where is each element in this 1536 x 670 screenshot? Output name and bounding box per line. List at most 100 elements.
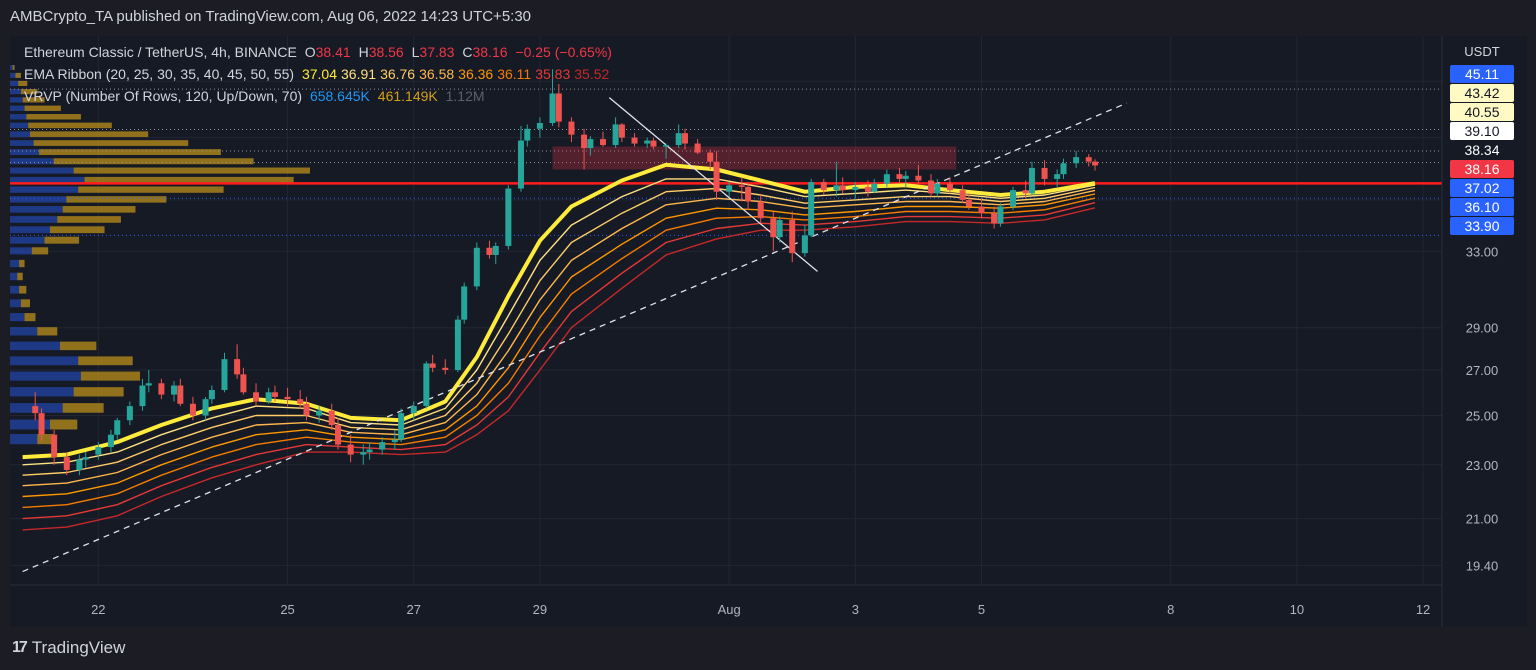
volume-profile-down-bar [44, 236, 80, 244]
volume-profile-up-bar [10, 89, 21, 95]
candle-down [618, 124, 625, 138]
candle-up [366, 449, 373, 453]
volume-profile-down-bar [50, 419, 78, 430]
volume-profile-up-bar [10, 114, 27, 120]
candle-down [978, 206, 985, 214]
volume-profile-up-bar [10, 97, 23, 103]
volume-profile-down-bar [78, 186, 224, 193]
volume-profile-down-bar [26, 114, 81, 120]
candle-up [776, 219, 783, 238]
candle-down [959, 190, 966, 200]
ema-line [22, 207, 1096, 531]
volume-profile-down-bar [73, 387, 124, 397]
time-tick-label: 29 [533, 602, 547, 617]
candle-up [423, 363, 430, 407]
ema-value: 35.52 [574, 66, 610, 82]
volume-profile-down-bar [12, 64, 15, 70]
volume-profile-down-bar [73, 167, 310, 174]
candle-down [631, 137, 638, 144]
candle-down [915, 175, 922, 181]
candle-up [82, 457, 89, 460]
low-value: 37.83 [419, 44, 455, 60]
ema-value: 36.91 [341, 66, 377, 82]
volume-profile-up-bar [10, 131, 30, 137]
volume-profile-down-bar [37, 327, 58, 336]
candle-down [189, 403, 196, 416]
candle-up [95, 447, 102, 455]
candle-down [271, 392, 278, 397]
open-value: 38.41 [315, 44, 351, 60]
volume-profile-down-bar [62, 206, 136, 213]
candle-down [738, 185, 745, 187]
ema-value: 36.36 [458, 66, 494, 82]
volume-profile-down-bar [19, 259, 25, 268]
close-label: C [462, 44, 473, 60]
volume-profile-down-bar [24, 105, 61, 111]
volume-profile-down-bar [28, 122, 112, 129]
volume-profile-down-bar [15, 72, 21, 78]
candle-down [896, 174, 903, 179]
volume-profile-up-bar [10, 327, 38, 336]
price-tick-label: 19.40 [1466, 558, 1499, 573]
candle-up [379, 442, 386, 450]
candle-down [297, 399, 304, 404]
volume-profile-up-bar [10, 105, 25, 111]
volume-profile-up-bar [10, 272, 18, 281]
candle-up [663, 145, 670, 147]
price-badge-label: 40.55 [1464, 104, 1499, 120]
volume-profile-up-bar [10, 434, 38, 445]
candle-up [524, 128, 531, 141]
candle-down [63, 457, 70, 470]
candle-up [902, 175, 909, 179]
candle-down [555, 93, 562, 122]
candle-down [770, 218, 777, 238]
price-chart[interactable]: USDT 33.00 29.00 27.00 25.00 23.00 21.00 19.40 4… [10, 36, 1527, 627]
legend-symbol-row[interactable]: Ethereum Classic / TetherUS, 4h, BINANCE… [24, 44, 616, 60]
legend-vrvp-row[interactable]: VRVP (Number Of Rows, 120, Up/Down, 70) … [24, 88, 489, 104]
time-tick-label: 27 [407, 602, 421, 617]
candle-up [391, 439, 398, 443]
candle-down [347, 444, 354, 455]
volume-profile-up-bar [10, 196, 67, 203]
time-axis: 22 25 27 29 Aug 3 5 8 10 12 [10, 584, 1442, 617]
volume-profile-up-bar [10, 64, 13, 70]
price-tick-label: 25.00 [1466, 408, 1499, 423]
candle-down [991, 213, 998, 224]
volume-profile-up-bar [10, 186, 79, 193]
vrvp-label: VRVP (Number Of Rows, 120, Up/Down, 70) [24, 88, 303, 104]
volume-profile-down-bar [66, 196, 167, 203]
vrvp-up-value: 658.645K [309, 88, 370, 104]
ema-value: 36.11 [497, 66, 532, 82]
legend-ema-row[interactable]: EMA Ribbon (20, 25, 30, 35, 40, 45, 50, … [24, 66, 617, 82]
candle-up [808, 182, 815, 236]
volume-profile-down-bar [80, 371, 140, 381]
volume-profile-up-bar [10, 216, 58, 223]
candle-up [454, 319, 461, 370]
candle-down [240, 374, 247, 393]
candle-up [549, 93, 556, 124]
change-value: −0.25 (−0.65%) [515, 44, 612, 60]
ema-line [22, 197, 1096, 509]
high-value: 38.56 [368, 44, 404, 60]
candle-up [398, 413, 405, 440]
candle-down [1022, 190, 1029, 194]
ema-line [22, 189, 1096, 487]
price-tick-label: 27.00 [1466, 363, 1499, 378]
price-badge-label: 43.42 [1464, 85, 1499, 101]
candle-up [316, 410, 323, 416]
candle-down [234, 359, 241, 375]
symbol-title: Ethereum Classic / TetherUS, 4h, BINANCE [24, 44, 297, 60]
volume-profile-up-bar [10, 371, 81, 381]
candle-down [650, 140, 657, 147]
price-badge-label: 36.10 [1464, 199, 1499, 215]
volume-profile-down-bar [19, 285, 27, 294]
candle-up [587, 139, 594, 149]
candle-down [965, 199, 972, 207]
time-tick-label: 3 [852, 602, 859, 617]
volume-profile-down-bar [39, 149, 221, 156]
chart-panel[interactable]: USDT 33.00 29.00 27.00 25.00 23.00 21.00 19.40 4… [10, 36, 1527, 627]
candle-down [1092, 161, 1099, 166]
tradingview-brand[interactable]: 17 TradingView [12, 638, 125, 658]
time-tick-label: 25 [280, 602, 294, 617]
volume-profile-down-bar [20, 299, 30, 308]
